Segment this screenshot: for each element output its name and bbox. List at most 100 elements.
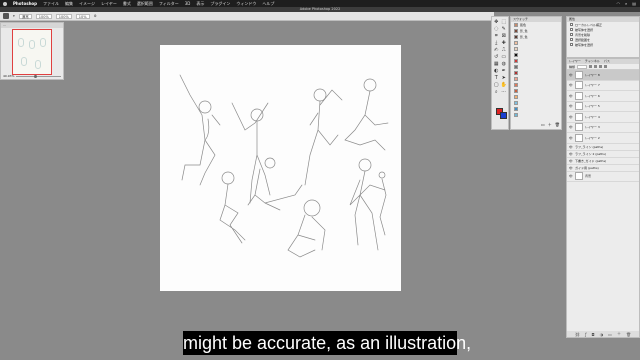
link-icon[interactable]: ⛓ [575, 332, 580, 337]
swatch-chip[interactable] [514, 83, 518, 87]
layer-row[interactable]: 👁 下書き_ガイド (paths) [567, 158, 639, 165]
properties-checkbox[interactable] [570, 28, 573, 31]
marquee-tool-icon[interactable]: ⬚ [501, 19, 507, 25]
tab-layers[interactable]: レイヤー [569, 59, 581, 64]
layer-row[interactable]: 👁 ラフ_ライン 2 (paths) [567, 151, 639, 158]
visibility-eye-icon[interactable]: 👁 [569, 104, 573, 108]
new-group-icon[interactable]: ▭ [541, 122, 545, 128]
layer-row[interactable]: 👁 レイヤー 3 [567, 123, 639, 133]
menu-item-window[interactable]: ウィンドウ [236, 1, 256, 7]
brush-preset-picker[interactable]: ▾ [13, 14, 15, 18]
layer-row[interactable]: 👁 レイヤー 7 [567, 81, 639, 91]
more-tools-icon[interactable]: ⋯ [501, 89, 507, 95]
swatch-chip[interactable] [514, 101, 518, 105]
layer-row[interactable]: 👁 ラフ_ライン (paths) [567, 144, 639, 151]
tab-paths[interactable]: パス [604, 59, 610, 64]
smoothing-field[interactable]: 10% [75, 13, 90, 19]
menu-item-select[interactable]: 選択範囲 [137, 1, 153, 7]
layer-name[interactable]: レイヤー 2 [585, 136, 600, 140]
mode-select[interactable]: 通常 [18, 13, 32, 19]
control-center-icon[interactable]: ▤ [632, 1, 636, 6]
menu-item-help[interactable]: ヘルプ [262, 1, 274, 7]
brush-tool-icon[interactable]: ✍ [493, 47, 499, 53]
swatch-chip[interactable] [514, 65, 518, 69]
wifi-icon[interactable]: ◠ [616, 1, 620, 6]
layer-row[interactable]: 👁 レイヤー 5 [567, 102, 639, 112]
filter-pixel-icon[interactable] [589, 65, 593, 68]
visibility-eye-icon[interactable]: 👁 [569, 174, 573, 178]
properties-row[interactable]: 被写体を選択 [567, 42, 639, 47]
brush-tool-icon[interactable] [3, 13, 9, 19]
adjustment-icon[interactable]: ◑ [600, 332, 604, 337]
visibility-eye-icon[interactable]: 👁 [569, 115, 573, 119]
swatch-chip[interactable] [514, 95, 518, 99]
fx-icon[interactable]: ƒ [585, 332, 586, 337]
swatch-chip[interactable] [514, 77, 518, 81]
layer-name[interactable]: レイヤー 6 [585, 94, 600, 98]
navigator-header[interactable]: ⋯ [1, 23, 63, 28]
gradient-tool-icon[interactable]: ▦ [493, 61, 499, 67]
layer-name[interactable]: ラフ_ライン (paths) [575, 145, 603, 149]
swatch-chip[interactable] [514, 41, 518, 45]
filter-type-icon[interactable] [599, 65, 603, 68]
path-select-tool-icon[interactable]: ➤ [501, 75, 507, 81]
new-swatch-icon[interactable]: ＋ [548, 122, 552, 128]
properties-checkbox[interactable] [570, 38, 573, 41]
properties-checkbox[interactable] [570, 23, 573, 26]
zoom-value[interactable]: 40.93% [3, 74, 14, 78]
trash-icon[interactable]: 🗑 [626, 332, 631, 337]
layer-row[interactable]: 👁 ガイド用 (paths) [567, 165, 639, 172]
navigator-thumbnail[interactable] [12, 29, 52, 75]
flow-field[interactable]: 100% [55, 13, 72, 19]
swatch-row[interactable] [511, 112, 561, 118]
zoom-tool-icon[interactable]: ⌕ [493, 89, 499, 95]
dodge-tool-icon[interactable]: ◐ [493, 68, 499, 74]
layer-name[interactable]: レイヤー 4 [585, 115, 600, 119]
layer-row[interactable]: 👁 背景 [567, 172, 639, 182]
layer-kind-select[interactable] [577, 64, 588, 69]
layer-name[interactable]: レイヤー 3 [585, 125, 600, 129]
frame-tool-icon[interactable]: ⊠ [501, 33, 507, 39]
mask-icon[interactable]: ◘ [592, 332, 595, 337]
opacity-field[interactable]: 100% [35, 13, 52, 19]
healing-tool-icon[interactable]: ✚ [501, 40, 507, 46]
layer-name[interactable]: 背景 [585, 174, 591, 178]
apple-icon[interactable] [3, 1, 7, 6]
swatch-chip[interactable] [514, 71, 518, 75]
history-brush-icon[interactable]: ↺ [493, 54, 499, 60]
layer-name[interactable]: ガイド用 (paths) [575, 166, 599, 170]
hand-tool-icon[interactable]: ✋ [501, 82, 507, 88]
quick-select-tool-icon[interactable]: ✎ [501, 26, 507, 32]
swatch-chip[interactable] [514, 113, 518, 117]
zoom-slider[interactable] [16, 74, 61, 78]
properties-checkbox[interactable] [570, 33, 573, 36]
background-color-swatch[interactable] [500, 112, 507, 119]
visibility-eye-icon[interactable]: 👁 [569, 94, 573, 98]
pen-tool-icon[interactable]: ✒ [501, 68, 507, 74]
filter-adjust-icon[interactable] [594, 65, 598, 68]
layer-row[interactable]: 👁 レイヤー 4 [567, 112, 639, 123]
blur-tool-icon[interactable]: ◍ [501, 61, 507, 67]
layer-row[interactable]: 👁 レイヤー 8 [567, 70, 639, 81]
layer-row[interactable]: 👁 レイヤー 6 [567, 91, 639, 102]
layer-row[interactable]: 👁 レイヤー 2 [567, 133, 639, 144]
visibility-eye-icon[interactable]: 👁 [569, 125, 573, 129]
menu-item-image[interactable]: イメージ [79, 1, 95, 7]
menu-item-3d[interactable]: 3D [185, 1, 191, 6]
visibility-eye-icon[interactable]: 👁 [569, 83, 573, 87]
layer-name[interactable]: 下書き_ガイド (paths) [575, 159, 606, 163]
layer-name[interactable]: ラフ_ライン 2 (paths) [575, 152, 606, 156]
menu-item-type[interactable]: 書式 [123, 1, 131, 7]
menu-item-filter[interactable]: フィルター [159, 1, 179, 7]
menu-item-file[interactable]: ファイル [43, 1, 59, 7]
visibility-eye-icon[interactable]: 👁 [569, 152, 573, 156]
visibility-eye-icon[interactable]: 👁 [569, 145, 573, 149]
swatch-chip[interactable] [514, 89, 518, 93]
delete-icon[interactable]: 🗑 [555, 122, 560, 128]
filter-shape-icon[interactable] [604, 65, 608, 68]
swatch-chip[interactable] [514, 59, 518, 63]
menu-item-view[interactable]: 表示 [196, 1, 204, 7]
swatch-chip[interactable] [514, 47, 518, 51]
menu-app-name[interactable]: Photoshop [13, 1, 37, 6]
swatch-chip[interactable] [514, 53, 518, 57]
